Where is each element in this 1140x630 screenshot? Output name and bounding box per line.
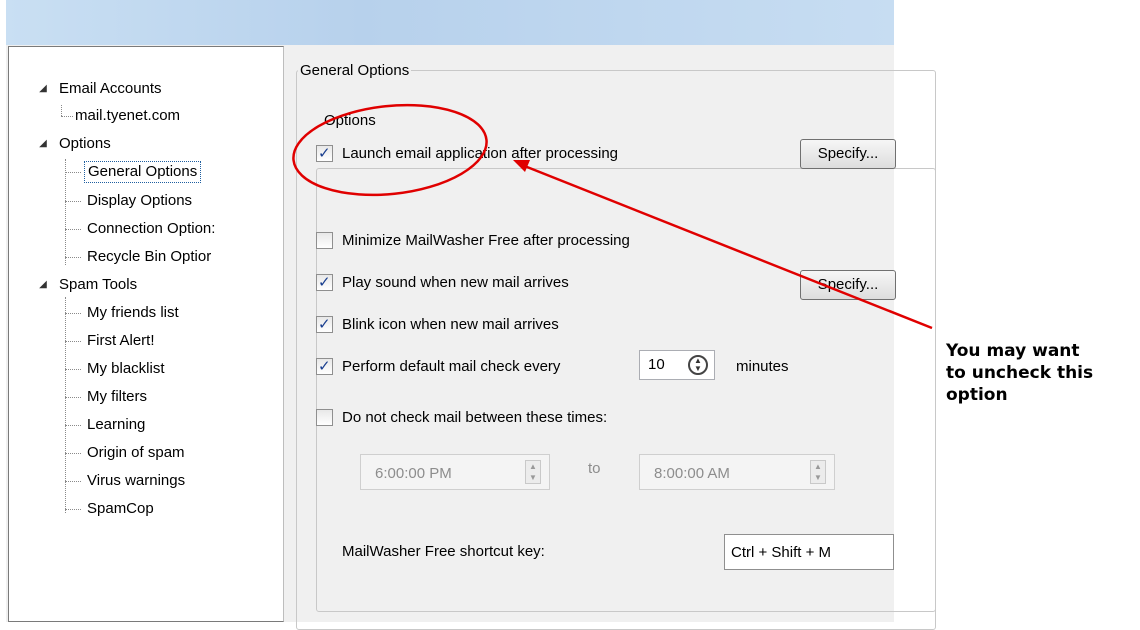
blink-icon-checkbox[interactable] [316,314,333,336]
time-spinner-icon[interactable]: ▲ ▼ [810,460,826,484]
collapse-arrow-icon[interactable]: ◢ [37,133,49,155]
time-spinner-icon[interactable]: ▲ ▼ [525,460,541,484]
options-window: ◢ Email Accounts mail.tyenet.com ◢ Optio… [6,0,936,630]
options-tree: ◢ Email Accounts mail.tyenet.com ◢ Optio… [9,47,285,623]
options-group-title: Options [322,112,378,130]
spinner-updown-icon[interactable]: ▲ ▼ [688,355,708,375]
collapse-arrow-icon[interactable]: ◢ [37,274,49,296]
launch-email-checkbox[interactable] [316,143,333,165]
annotation-text: You may want to uncheck this option [946,341,1094,405]
collapse-arrow-icon[interactable]: ◢ [37,78,49,100]
time-from-field[interactable]: 6:00:00 PM ▲ ▼ [360,454,550,490]
launch-email-option[interactable]: Launch email application after processin… [316,143,696,165]
general-options-panel: General Options Options Launch email app… [286,46,936,630]
play-sound-option[interactable]: Play sound when new mail arrives [316,272,656,294]
general-options-title: General Options [298,62,412,80]
window-titlebar[interactable] [6,0,894,45]
specify-launch-button[interactable]: Specify... [800,139,896,169]
default-check-option[interactable]: Perform default mail check every [316,356,636,378]
minimize-checkbox[interactable] [316,232,333,249]
specify-sound-button[interactable]: Specify... [800,270,896,300]
play-sound-checkbox[interactable] [316,272,333,294]
do-not-check-checkbox[interactable] [316,409,333,426]
time-to-field[interactable]: 8:00:00 AM ▲ ▼ [639,454,835,490]
options-tree-panel: ◢ Email Accounts mail.tyenet.com ◢ Optio… [8,46,284,622]
shortcut-key-label: MailWasher Free shortcut key: [342,543,545,560]
blink-icon-option[interactable]: Blink icon when new mail arrives [316,314,656,336]
shortcut-key-field[interactable]: Ctrl + Shift + M [724,534,894,570]
do-not-check-option[interactable]: Do not check mail between these times: [316,407,716,429]
to-label: to [588,460,601,477]
default-check-checkbox[interactable] [316,356,333,378]
check-interval-spinner[interactable]: 10 ▲ ▼ [639,350,715,380]
minimize-option[interactable]: Minimize MailWasher Free after processin… [316,230,716,252]
minutes-label: minutes [736,358,789,375]
